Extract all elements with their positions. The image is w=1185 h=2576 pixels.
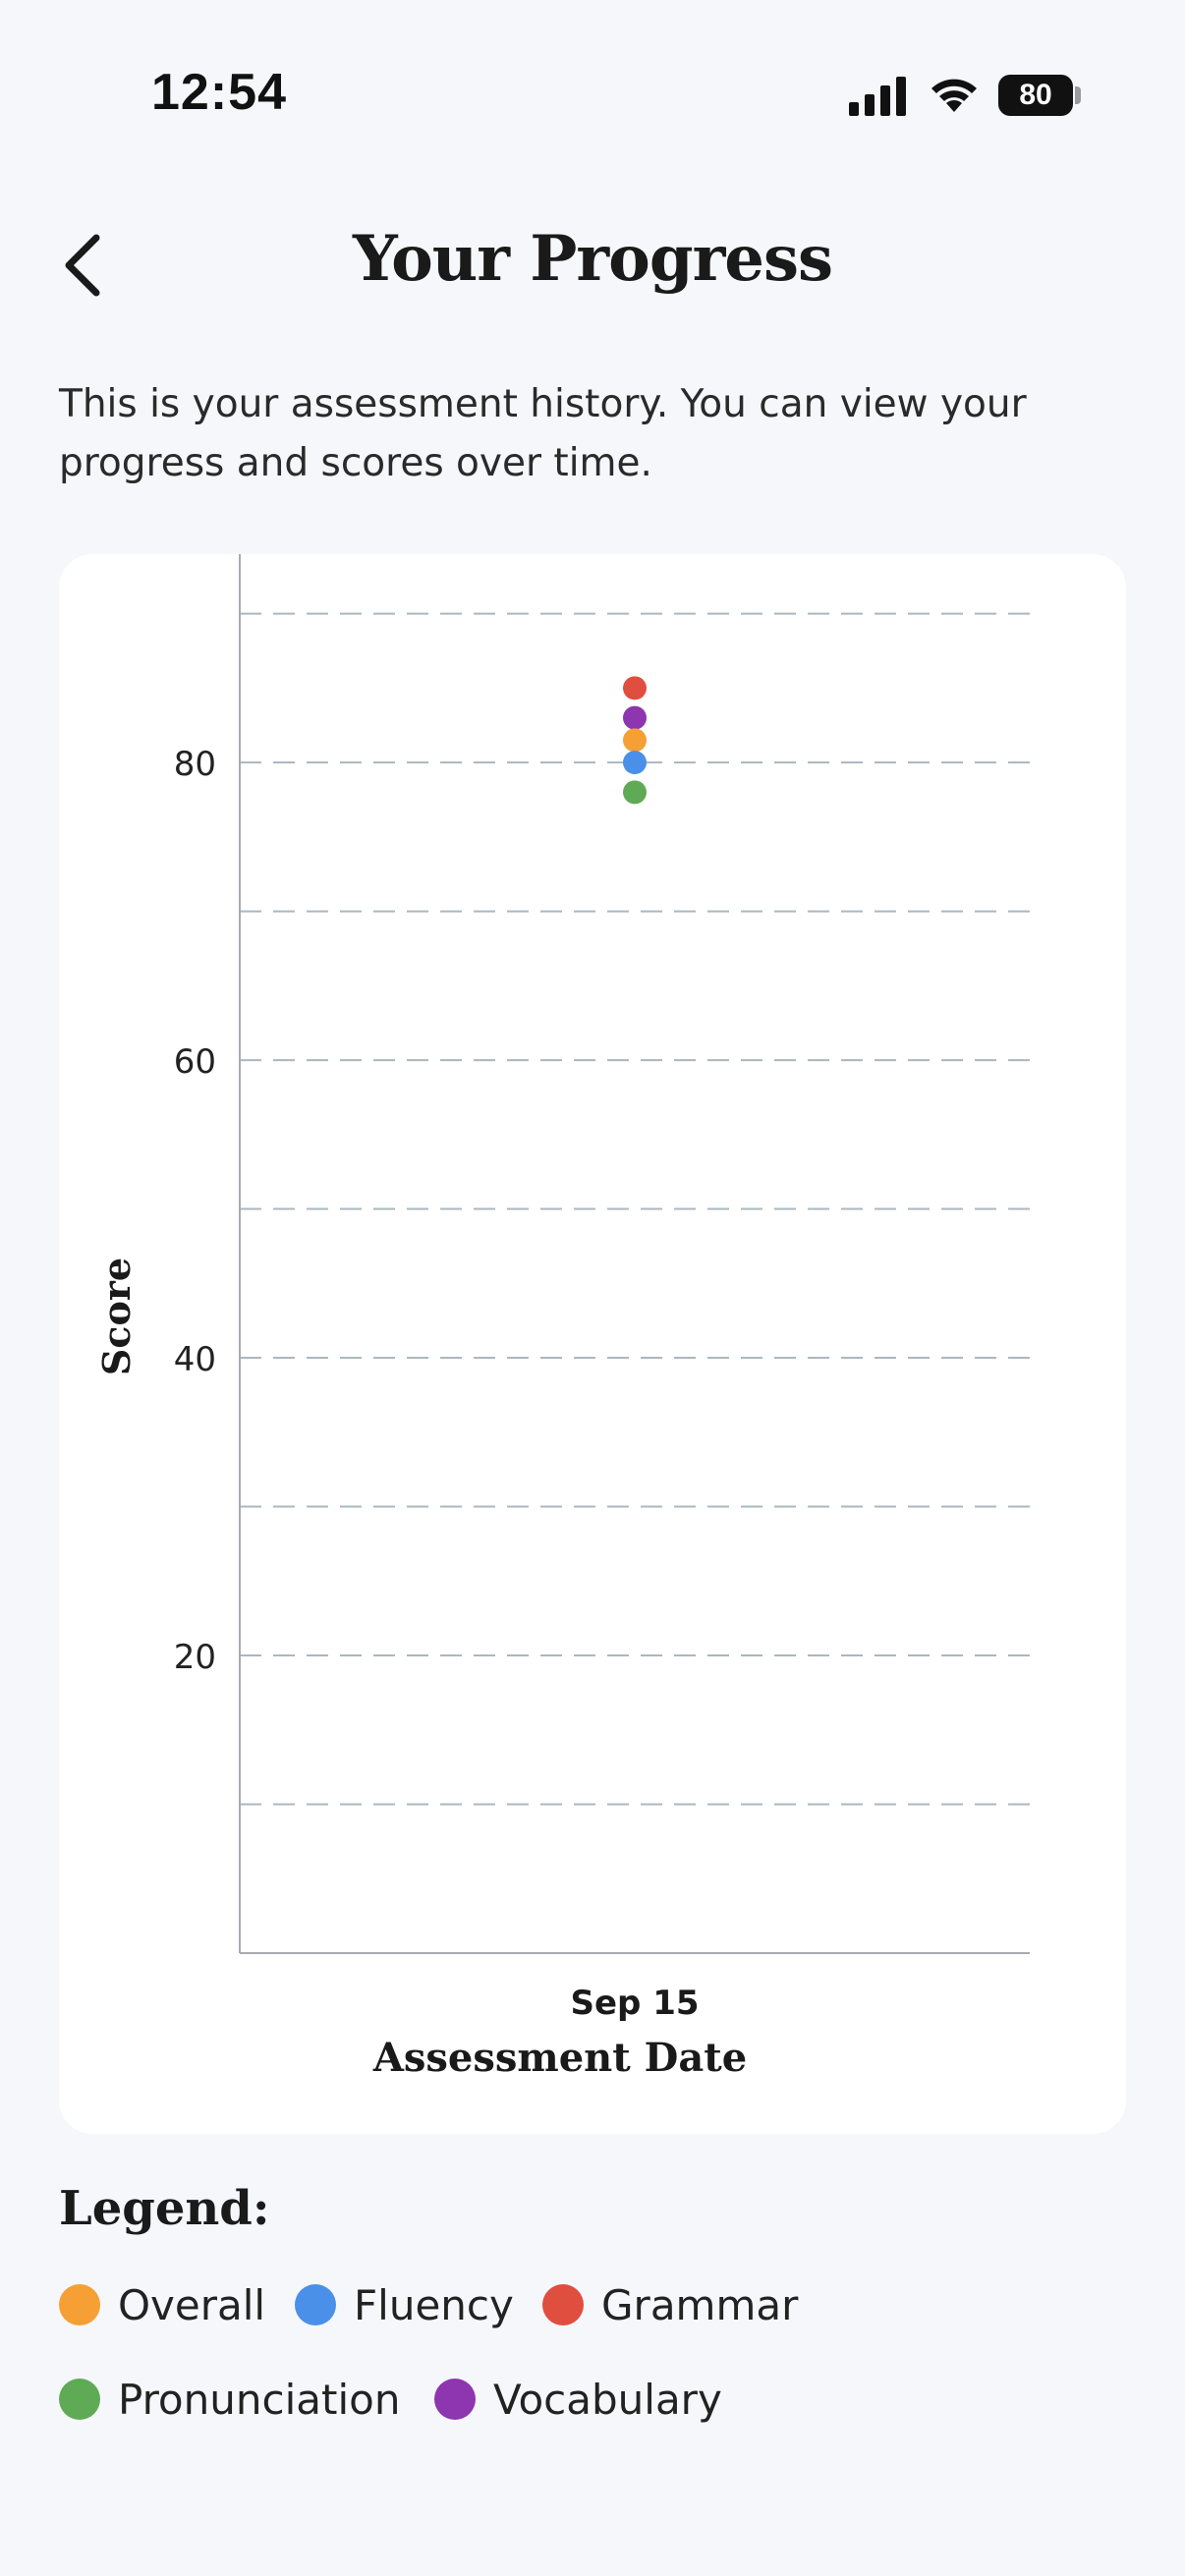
page-title: Your Progress <box>352 222 833 296</box>
x-tick-label: Sep 15 <box>570 1984 699 2023</box>
legend-label-pronunciation: Pronunciation <box>118 2375 401 2424</box>
data-point-grammar[interactable] <box>623 676 647 700</box>
battery-icon: 80 <box>998 75 1081 116</box>
data-point-overall[interactable] <box>623 728 647 753</box>
progress-chart: 20 40 60 80 Sep 15 Score Assessment Date <box>94 554 1030 2081</box>
y-axis-title: Score <box>94 1258 139 1375</box>
legend-item-pronunciation: Pronunciation <box>59 2370 400 2429</box>
wifi-icon <box>931 79 977 112</box>
vocabulary-dot-icon <box>434 2379 476 2420</box>
y-tick-label: 60 <box>174 1042 216 1082</box>
description-text: This is your assessment history. You can… <box>59 382 1027 485</box>
chart-points <box>623 676 647 805</box>
fluency-dot-icon <box>295 2284 336 2325</box>
header: Your Progress <box>0 206 1185 324</box>
progress-chart-card: 20 40 60 80 Sep 15 Score Assessment Date <box>59 554 1126 2134</box>
y-tick-labels: 20 40 60 80 <box>174 745 216 1677</box>
y-tick-label: 20 <box>174 1638 216 1677</box>
legend-label-overall: Overall <box>118 2280 266 2329</box>
x-axis-title: Assessment Date <box>372 2035 747 2081</box>
legend-label-grammar: Grammar <box>601 2280 799 2329</box>
data-point-fluency[interactable] <box>623 751 647 775</box>
cellular-signal-icon <box>849 77 906 116</box>
overall-dot-icon <box>59 2284 100 2325</box>
battery-level: 80 <box>1019 79 1052 111</box>
legend-item-overall: Overall <box>59 2275 265 2334</box>
grammar-dot-icon <box>542 2284 584 2325</box>
data-point-pronunciation[interactable] <box>623 780 647 805</box>
y-tick-label: 80 <box>174 745 216 784</box>
data-point-vocabulary[interactable] <box>623 705 647 730</box>
pronunciation-dot-icon <box>59 2379 100 2420</box>
y-tick-label: 40 <box>174 1340 216 1379</box>
legend-label-vocabulary: Vocabulary <box>493 2375 722 2424</box>
legend-item-fluency: Fluency <box>295 2275 514 2334</box>
legend-label-fluency: Fluency <box>354 2280 514 2329</box>
x-tick-labels: Sep 15 <box>570 1984 699 2023</box>
status-bar: 12:54 80 <box>0 0 1185 187</box>
legend-item-grammar: Grammar <box>542 2275 798 2334</box>
status-time: 12:54 <box>151 64 287 121</box>
legend-title: Legend: <box>59 2181 270 2236</box>
legend-item-vocabulary: Vocabulary <box>434 2370 722 2429</box>
